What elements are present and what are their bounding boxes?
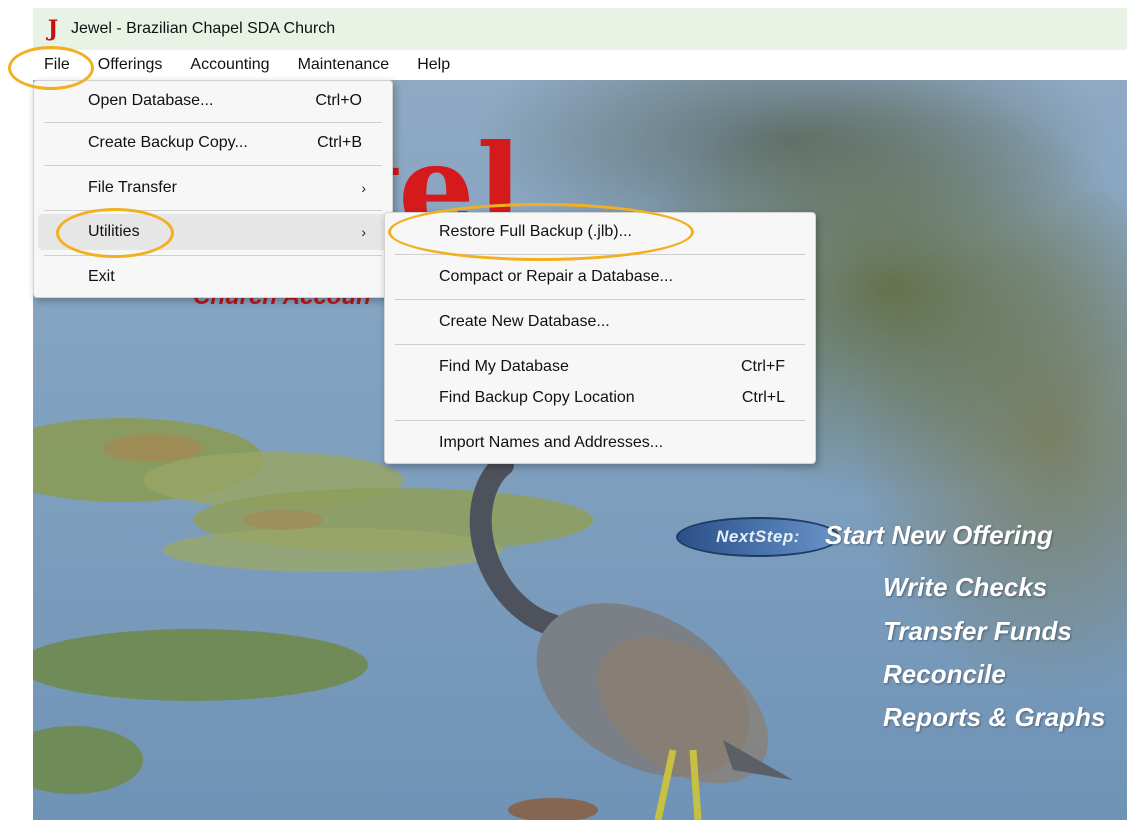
menu-separator [395, 420, 805, 421]
menu-item-label: Compact or Repair a Database... [439, 268, 673, 285]
title-bar: J Jewel - Brazilian Chapel SDA Church [33, 8, 1127, 50]
shortcut-label: Ctrl+F [741, 358, 785, 375]
start-new-offering-link[interactable]: Start New Offering [825, 520, 1053, 551]
menu-separator [395, 344, 805, 345]
nextstep-badge: NextStep: [676, 517, 840, 557]
menu-file-transfer[interactable]: File Transfer › [38, 170, 388, 206]
menu-item-label: Open Database... [88, 92, 214, 109]
menu-item-label: Restore Full Backup (.jlb)... [439, 223, 632, 240]
lily-pad [33, 629, 368, 701]
menu-item-label: Create New Database... [439, 313, 610, 330]
lily-pad-dry [243, 510, 323, 530]
window-title: Jewel - Brazilian Chapel SDA Church [71, 20, 336, 37]
menu-item-label: Create Backup Copy... [88, 134, 248, 151]
chevron-right-icon: › [361, 224, 366, 240]
nextstep-label: NextStep: [716, 527, 800, 546]
shortcut-label: Ctrl+O [315, 92, 362, 109]
menu-help[interactable]: Help [403, 50, 464, 80]
menu-separator [395, 254, 805, 255]
menu-item-label: Exit [88, 268, 115, 285]
file-menu-dropdown: Open Database... Ctrl+O Create Backup Co… [33, 80, 393, 298]
reconcile-link[interactable]: Reconcile [883, 659, 1006, 690]
menu-item-label: File Transfer [88, 179, 177, 196]
menu-create-new-database[interactable]: Create New Database... [389, 304, 811, 340]
utilities-submenu: Restore Full Backup (.jlb)... Compact or… [384, 212, 816, 464]
shortcut-label: Ctrl+L [741, 389, 785, 406]
menu-maintenance[interactable]: Maintenance [284, 50, 404, 80]
menu-import-names-addresses[interactable]: Import Names and Addresses... [389, 425, 811, 461]
lily-pad [163, 528, 503, 572]
menu-separator [44, 122, 382, 123]
menu-item-label: Import Names and Addresses... [439, 434, 664, 451]
menu-file[interactable]: File [33, 50, 84, 80]
menu-separator [44, 255, 382, 256]
menu-item-label: Find Backup Copy Location [439, 389, 635, 406]
rock [508, 798, 598, 820]
menu-separator [44, 165, 382, 166]
menu-find-backup-copy-location[interactable]: Find Backup Copy Location Ctrl+L [389, 380, 811, 416]
menu-accounting[interactable]: Accounting [176, 50, 283, 80]
jewel-app-icon: J [47, 16, 59, 42]
reports-graphs-link[interactable]: Reports & Graphs [883, 702, 1106, 733]
transfer-funds-link[interactable]: Transfer Funds [883, 616, 1072, 647]
menu-utilities[interactable]: Utilities › [38, 214, 388, 250]
lily-pad-dry [103, 434, 203, 462]
menu-create-backup-copy[interactable]: Create Backup Copy... Ctrl+B [38, 125, 388, 161]
menu-restore-full-backup[interactable]: Restore Full Backup (.jlb)... [389, 214, 811, 250]
menu-separator [395, 299, 805, 300]
menu-item-label: Find My Database [439, 358, 569, 375]
menu-compact-repair-database[interactable]: Compact or Repair a Database... [389, 259, 811, 295]
menu-separator [44, 210, 382, 211]
lily-pad [33, 726, 143, 794]
menu-item-label: Utilities [88, 223, 140, 240]
menu-offerings[interactable]: Offerings [84, 50, 177, 80]
shortcut-label: Ctrl+B [317, 134, 362, 151]
write-checks-link[interactable]: Write Checks [883, 572, 1047, 603]
menu-bar: File Offerings Accounting Maintenance He… [33, 50, 1127, 80]
menu-exit[interactable]: Exit [38, 259, 388, 295]
menu-open-database[interactable]: Open Database... Ctrl+O [38, 83, 388, 119]
chevron-right-icon: › [361, 180, 366, 196]
